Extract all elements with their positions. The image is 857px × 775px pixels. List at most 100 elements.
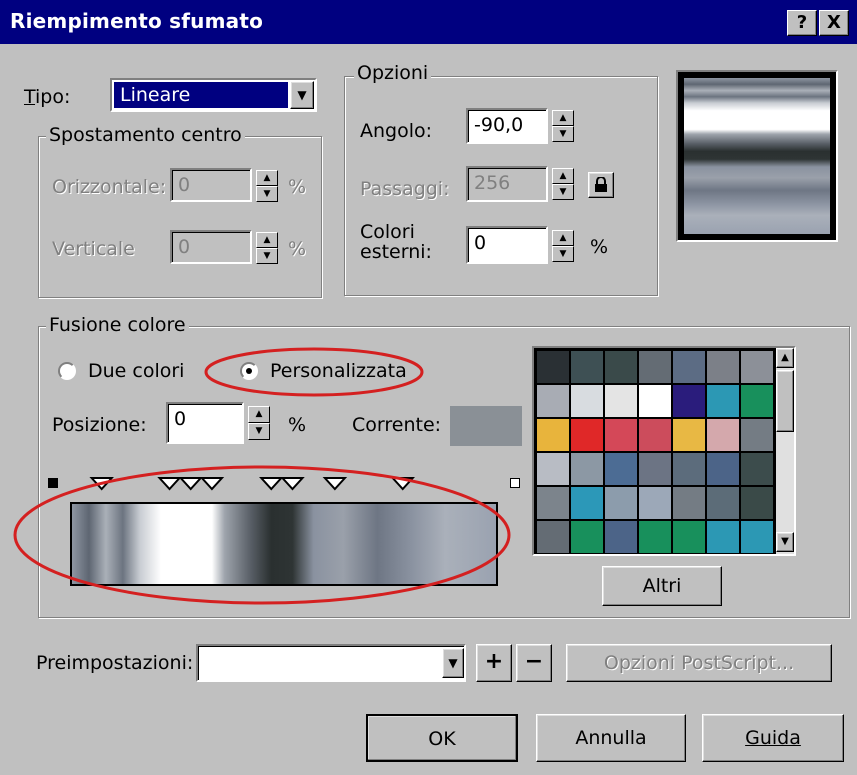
palette-swatch[interactable] xyxy=(536,452,570,486)
gradient-bar[interactable] xyxy=(70,502,498,586)
posizione-spinner[interactable]: ▲ ▼ xyxy=(248,406,270,440)
palette-swatch[interactable] xyxy=(672,520,706,554)
radio-due-colori[interactable] xyxy=(58,362,76,380)
palette-swatch[interactable] xyxy=(638,520,672,554)
spin-up-icon[interactable]: ▲ xyxy=(256,232,278,248)
spin-up-icon[interactable]: ▲ xyxy=(552,230,574,246)
spin-up-icon[interactable]: ▲ xyxy=(552,168,574,184)
scroll-down-icon[interactable]: ▼ xyxy=(776,532,794,552)
altri-button[interactable]: Altri xyxy=(602,566,722,606)
palette-swatch[interactable] xyxy=(638,486,672,520)
palette-swatch[interactable] xyxy=(536,486,570,520)
palette-grid[interactable] xyxy=(536,350,774,554)
tipo-select[interactable]: Lineare ▼ xyxy=(110,78,317,112)
palette-swatch[interactable] xyxy=(604,520,638,554)
chevron-down-icon[interactable]: ▼ xyxy=(290,81,314,109)
color-palette[interactable]: ▲ ▼ xyxy=(532,346,796,556)
annulla-button[interactable]: Annulla xyxy=(536,714,686,762)
gradient-marker[interactable] xyxy=(199,477,225,491)
palette-swatch[interactable] xyxy=(604,452,638,486)
palette-swatch[interactable] xyxy=(536,418,570,452)
palette-swatch[interactable] xyxy=(604,384,638,418)
gradient-marker[interactable] xyxy=(390,477,415,491)
palette-swatch[interactable] xyxy=(604,350,638,384)
orizzontale-field[interactable]: 0 xyxy=(170,168,252,202)
palette-swatch[interactable] xyxy=(740,418,774,452)
scroll-up-icon[interactable]: ▲ xyxy=(776,348,794,368)
gradient-bar-fill[interactable] xyxy=(72,504,496,584)
palette-swatch[interactable] xyxy=(706,452,740,486)
spin-down-icon[interactable]: ▼ xyxy=(552,246,574,262)
personalizzata-label[interactable]: Personalizzata xyxy=(270,360,407,382)
palette-swatch[interactable] xyxy=(706,350,740,384)
preimpostazioni-select[interactable]: ▼ xyxy=(196,644,466,682)
palette-swatch[interactable] xyxy=(740,350,774,384)
palette-swatch[interactable] xyxy=(604,486,638,520)
palette-swatch[interactable] xyxy=(672,418,706,452)
angolo-field[interactable]: -90,0 xyxy=(466,108,548,144)
passaggi-spinner[interactable]: ▲ ▼ xyxy=(552,168,574,200)
orizzontale-spinner[interactable]: ▲ ▼ xyxy=(256,170,278,202)
palette-swatch[interactable] xyxy=(706,384,740,418)
ok-button[interactable]: OK xyxy=(366,714,518,762)
opzioni-postscript-button[interactable]: Opzioni PostScript... xyxy=(566,644,832,682)
lock-button[interactable] xyxy=(588,172,614,198)
gradient-markers[interactable] xyxy=(72,474,496,494)
spin-down-icon[interactable]: ▼ xyxy=(552,184,574,200)
gradient-marker[interactable] xyxy=(280,477,305,491)
colori-esterni-spinner[interactable]: ▲ ▼ xyxy=(552,230,574,262)
gradient-marker[interactable] xyxy=(178,477,203,491)
spin-up-icon[interactable]: ▲ xyxy=(552,110,574,126)
palette-swatch[interactable] xyxy=(536,520,570,554)
spin-down-icon[interactable]: ▼ xyxy=(552,126,574,142)
gradient-marker[interactable] xyxy=(259,477,284,491)
palette-swatch[interactable] xyxy=(638,452,672,486)
spin-up-icon[interactable]: ▲ xyxy=(248,406,270,423)
palette-swatch[interactable] xyxy=(536,350,570,384)
gradient-marker[interactable] xyxy=(322,477,348,491)
palette-swatch[interactable] xyxy=(638,418,672,452)
close-button[interactable]: X xyxy=(819,10,849,36)
gradient-marker[interactable] xyxy=(157,477,182,491)
remove-preset-button[interactable]: − xyxy=(516,644,552,682)
scroll-thumb[interactable] xyxy=(776,370,794,432)
spin-down-icon[interactable]: ▼ xyxy=(256,248,278,264)
palette-swatch[interactable] xyxy=(638,384,672,418)
chevron-down-icon[interactable]: ▼ xyxy=(442,648,464,678)
palette-swatch[interactable] xyxy=(706,486,740,520)
palette-swatch[interactable] xyxy=(740,520,774,554)
add-preset-button[interactable]: + xyxy=(476,644,512,682)
start-handle[interactable] xyxy=(48,478,58,488)
verticale-field[interactable]: 0 xyxy=(170,230,252,264)
posizione-field[interactable]: 0 xyxy=(166,402,244,444)
palette-swatch[interactable] xyxy=(570,350,604,384)
colori-esterni-field[interactable]: 0 xyxy=(466,226,548,264)
palette-swatch[interactable] xyxy=(536,384,570,418)
radio-personalizzata[interactable] xyxy=(240,362,258,380)
passaggi-field[interactable]: 256 xyxy=(466,166,548,202)
palette-swatch[interactable] xyxy=(740,452,774,486)
due-colori-label[interactable]: Due colori xyxy=(88,360,184,382)
palette-swatch[interactable] xyxy=(570,486,604,520)
guida-button[interactable]: Guida xyxy=(702,714,844,762)
spin-up-icon[interactable]: ▲ xyxy=(256,170,278,186)
palette-swatch[interactable] xyxy=(740,384,774,418)
palette-scrollbar[interactable]: ▲ ▼ xyxy=(776,348,794,554)
palette-swatch[interactable] xyxy=(672,452,706,486)
end-handle[interactable] xyxy=(510,478,520,488)
palette-swatch[interactable] xyxy=(570,520,604,554)
gradient-marker[interactable] xyxy=(89,477,114,491)
palette-swatch[interactable] xyxy=(570,452,604,486)
palette-swatch[interactable] xyxy=(570,418,604,452)
palette-swatch[interactable] xyxy=(706,520,740,554)
spin-down-icon[interactable]: ▼ xyxy=(248,423,270,440)
palette-swatch[interactable] xyxy=(638,350,672,384)
angolo-spinner[interactable]: ▲ ▼ xyxy=(552,110,574,142)
palette-swatch[interactable] xyxy=(706,418,740,452)
palette-swatch[interactable] xyxy=(740,486,774,520)
help-button[interactable]: ? xyxy=(787,10,817,36)
palette-swatch[interactable] xyxy=(672,486,706,520)
palette-swatch[interactable] xyxy=(672,384,706,418)
spin-down-icon[interactable]: ▼ xyxy=(256,186,278,202)
palette-swatch[interactable] xyxy=(570,384,604,418)
